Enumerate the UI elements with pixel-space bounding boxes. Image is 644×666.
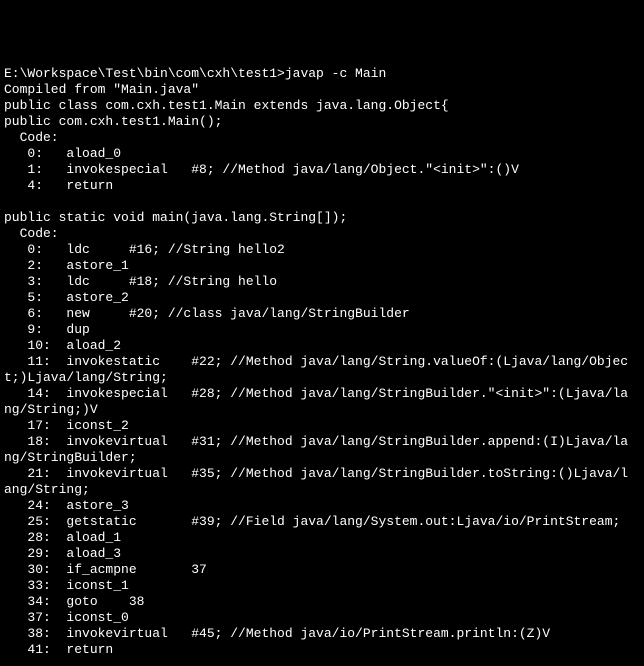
terminal-line: 33: iconst_1 xyxy=(4,578,640,594)
terminal-line: 28: aload_1 xyxy=(4,530,640,546)
terminal-line: 34: goto 38 xyxy=(4,594,640,610)
terminal-line: E:\Workspace\Test\bin\com\cxh\test1>java… xyxy=(4,66,640,82)
terminal-line: 5: astore_2 xyxy=(4,290,640,306)
terminal-line: 4: return xyxy=(4,178,640,194)
terminal-line: 2: astore_1 xyxy=(4,258,640,274)
terminal-line: Compiled from "Main.java" xyxy=(4,82,640,98)
terminal-line: 9: dup xyxy=(4,322,640,338)
terminal-line: ng/String;)V xyxy=(4,402,640,418)
terminal-line: 11: invokestatic #22; //Method java/lang… xyxy=(4,354,640,370)
terminal-line: 10: aload_2 xyxy=(4,338,640,354)
terminal-output: E:\Workspace\Test\bin\com\cxh\test1>java… xyxy=(0,64,644,666)
terminal-line: 24: astore_3 xyxy=(4,498,640,514)
terminal-line: 6: new #20; //class java/lang/StringBuil… xyxy=(4,306,640,322)
terminal-line: 14: invokespecial #28; //Method java/lan… xyxy=(4,386,640,402)
terminal-line: 0: ldc #16; //String hello2 xyxy=(4,242,640,258)
terminal-line: public com.cxh.test1.Main(); xyxy=(4,114,640,130)
terminal-line: 3: ldc #18; //String hello xyxy=(4,274,640,290)
terminal-line: Code: xyxy=(4,226,640,242)
terminal-line: 25: getstatic #39; //Field java/lang/Sys… xyxy=(4,514,640,530)
terminal-line: Code: xyxy=(4,130,640,146)
terminal-line: 1: invokespecial #8; //Method java/lang/… xyxy=(4,162,640,178)
terminal-line: 17: iconst_2 xyxy=(4,418,640,434)
terminal-line: public class com.cxh.test1.Main extends … xyxy=(4,98,640,114)
terminal-line xyxy=(4,194,640,210)
terminal-line: 0: aload_0 xyxy=(4,146,640,162)
terminal-line: ang/String; xyxy=(4,482,640,498)
terminal-line xyxy=(4,658,640,666)
terminal-line: 18: invokevirtual #31; //Method java/lan… xyxy=(4,434,640,450)
terminal-line: 38: invokevirtual #45; //Method java/io/… xyxy=(4,626,640,642)
terminal-line: t;)Ljava/lang/String; xyxy=(4,370,640,386)
terminal-line: 30: if_acmpne 37 xyxy=(4,562,640,578)
terminal-line: 37: iconst_0 xyxy=(4,610,640,626)
terminal-line: 29: aload_3 xyxy=(4,546,640,562)
terminal-line: 41: return xyxy=(4,642,640,658)
terminal-line: ng/StringBuilder; xyxy=(4,450,640,466)
terminal-line: public static void main(java.lang.String… xyxy=(4,210,640,226)
terminal-line: 21: invokevirtual #35; //Method java/lan… xyxy=(4,466,640,482)
